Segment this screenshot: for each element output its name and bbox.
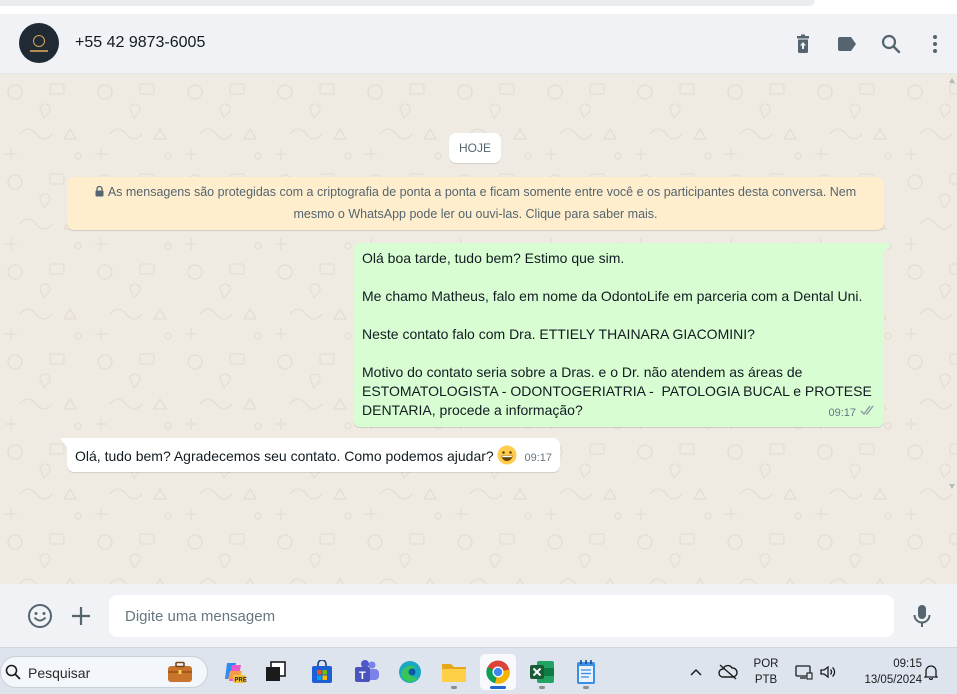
bubble-tail [60,438,68,448]
chat-header: +55 42 9873-6005 [0,14,957,74]
language-indicator[interactable]: POR PTB [744,656,788,688]
language-code: POR [753,658,779,670]
taskbar-search[interactable]: Pesquisar [0,656,208,688]
message-text: Olá, tudo bem? Agradecemos seu contato. … [75,448,494,464]
date-divider: HOJE [449,133,501,163]
running-indicator [451,686,457,689]
microsoft-store-icon[interactable] [304,654,340,690]
emoji-icon[interactable] [20,596,60,636]
outgoing-message[interactable]: Olá boa tarde, tudo bem? Estimo que sim.… [353,243,891,427]
contact-avatar[interactable] [19,23,59,63]
volume-icon[interactable] [817,648,839,694]
search-icon[interactable] [869,22,913,66]
keyboard-layout: PTB [754,674,778,686]
message-line: Olá boa tarde, tudo bem? Estimo que sim. [362,250,625,266]
notepad-icon[interactable] [568,654,604,690]
microphone-icon[interactable] [902,596,942,636]
avatar-logo-text [30,49,48,52]
network-icon[interactable] [793,648,815,694]
excel-icon[interactable] [524,654,560,690]
scroll-down-arrow[interactable] [949,484,955,489]
briefcase-icon [167,661,193,688]
encryption-notice[interactable]: As mensagens são protegidas com a cripto… [67,177,884,230]
attach-plus-icon[interactable] [61,596,101,636]
chevron-up-icon[interactable] [686,648,706,694]
message-line: Neste contato falo com Dra. ETTIELY THAI… [362,326,755,342]
svg-text:T: T [359,670,366,682]
message-time: 09:17 [524,452,552,464]
header-actions [781,14,957,74]
message-line: DENTARIA, procede a informação? [362,402,583,418]
lock-icon [95,183,104,204]
running-indicator [539,686,545,689]
contact-name[interactable]: +55 42 9873-6005 [75,34,205,52]
message-meta: 09:17 [828,404,876,423]
avatar-logo-ring [33,34,45,47]
active-indicator [490,686,506,689]
chat-panel[interactable]: HOJE As mensagens são protegidas com a c… [0,74,957,584]
file-explorer-icon[interactable] [436,654,472,690]
label-icon[interactable] [825,22,869,66]
search-icon [5,664,21,685]
system-clock[interactable]: 09:15 13/05/2024 [846,656,922,688]
edge-icon[interactable] [392,654,428,690]
message-line: Me chamo Matheus, falo em nome da Odonto… [362,288,863,304]
notification-bell-icon[interactable] [922,648,940,694]
browser-top-strip [0,0,957,14]
message-line: ESTOMATOLOGISTA - ODONTOGERIATRIA - PATO… [362,383,872,399]
clock-time: 09:15 [893,658,922,670]
browser-tab-bar [0,0,815,6]
message-input[interactable] [109,595,894,637]
message-line: Motivo do contato seria sobre a Dras. e … [362,364,803,380]
incoming-message[interactable]: Olá, tudo bem? Agradecemos seu contato. … [60,438,560,472]
teams-icon[interactable]: T [349,654,385,690]
message-time: 09:17 [828,407,856,419]
delete-icon[interactable] [781,22,825,66]
double-check-icon [860,404,876,423]
taskbar-search-label: Pesquisar [28,665,91,681]
running-indicator [583,686,589,689]
encryption-notice-text: As mensagens são protegidas com a cripto… [107,185,857,221]
windows-taskbar: Pesquisar PRE T POR PTB 09:15 13/05/2024 [0,647,957,694]
grinning-face-icon [497,445,517,465]
scroll-up-arrow[interactable] [949,78,955,83]
menu-icon[interactable] [913,22,957,66]
copilot-icon[interactable]: PRE [216,654,252,690]
chrome-icon[interactable] [480,654,516,690]
svg-text:PRE: PRE [235,678,247,684]
task-view-icon[interactable] [258,654,294,690]
clock-date: 13/05/2024 [864,674,922,686]
bubble-tail [883,243,891,253]
message-composer [0,584,957,647]
cloud-offline-icon[interactable] [716,648,740,694]
